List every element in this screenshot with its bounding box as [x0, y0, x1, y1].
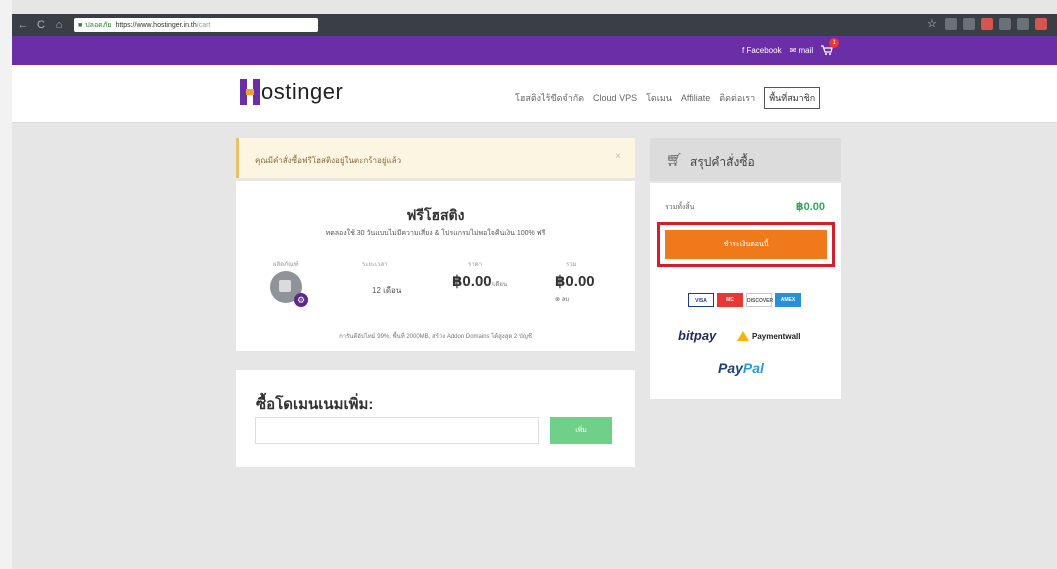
logo-h-icon — [240, 79, 260, 105]
discover-icon: DISCOVER — [746, 293, 773, 307]
product-subtitle: ทดลองใช้ 30 วันแบบไม่มีความเสี่ยง & โปรแ… — [325, 230, 546, 237]
total-value: ฿0.00 — [795, 201, 825, 213]
extension-icon[interactable] — [999, 18, 1011, 30]
nav-domains[interactable]: โดเมน — [646, 91, 672, 105]
url-path: /cart — [196, 21, 211, 29]
nav-contact[interactable]: ติดต่อเรา — [719, 91, 755, 105]
product-title: ฟรีโฮสติง — [406, 207, 465, 223]
product-card: ฟรีโฮสติง ทดลองใช้ 30 วันแบบไม่มีความเสี… — [236, 181, 635, 351]
payment-cards: VISA MC DISCOVER AMEX — [688, 293, 801, 307]
bookmark-star-icon[interactable]: ☆ — [927, 18, 939, 30]
reload-icon[interactable]: C — [34, 19, 48, 31]
domain-title: ซื้อโดเมนเนมเพิ่ม: — [256, 396, 374, 413]
remove-button[interactable]: ⊗ ลบ — [555, 294, 569, 304]
home-icon[interactable]: ⌂ — [52, 19, 66, 31]
page-margin — [0, 0, 12, 569]
column-period: ระยะเวลา — [362, 262, 388, 268]
address-bar[interactable]: ■ ปลอดภัย https://www.hostinger.in.th /c… — [74, 18, 318, 32]
total-label: รวมทั้งสิ้น — [665, 204, 695, 211]
mastercard-icon: MC — [717, 293, 743, 307]
paymentwall-logo: Paymentwall — [737, 331, 800, 341]
order-summary-header: 🛒︎ สรุปคำสั่งซื้อ — [650, 138, 841, 181]
column-total: รวม — [566, 262, 577, 268]
cart-icon[interactable]: 1 — [821, 38, 840, 55]
total-price: ฿0.00 — [555, 273, 595, 290]
price-unit: /เดือน — [491, 282, 507, 288]
cart-count-badge: 1 — [829, 38, 840, 48]
add-domain-button[interactable]: เพิ่ม — [550, 417, 612, 444]
nav-unlimited-hosting[interactable]: โฮสติงไร้ขีดจำกัด — [515, 91, 584, 105]
mail-link[interactable]: ✉ mail — [790, 46, 814, 55]
column-price: ราคา — [468, 262, 482, 268]
hosting-product-icon: ⚙ — [270, 271, 308, 307]
nav-affiliate[interactable]: Affiliate — [681, 93, 710, 103]
paymentwall-triangle-icon — [737, 331, 749, 341]
gear-icon: ⚙ — [294, 293, 308, 307]
paypal-logo: PayPal — [718, 360, 764, 376]
alert-text: คุณมีคำสั่งซื้อฟรีโฮสติงอยู่ในตะกร้าอยู่… — [255, 156, 402, 165]
main-nav: โฮสติงไร้ขีดจำกัด Cloud VPS โดเมน Affili… — [515, 87, 821, 109]
top-bar: f Facebook ✉ mail 1 — [12, 36, 1057, 65]
paypal-pay: Pay — [718, 360, 743, 376]
url-host: https://www.hostinger.in.th — [115, 21, 197, 29]
domain-card: ซื้อโดเมนเนมเพิ่ม: เพิ่ม — [236, 370, 635, 467]
member-area-button[interactable]: พื้นที่สมาชิก — [764, 87, 821, 109]
menu-icon[interactable] — [1035, 18, 1047, 30]
extension-icon[interactable] — [963, 18, 975, 30]
paypal-pal: Pal — [742, 360, 764, 376]
extension-icon[interactable] — [1017, 18, 1029, 30]
paymentwall-text: Paymentwall — [752, 331, 801, 341]
back-arrow-icon[interactable]: ← — [16, 19, 30, 31]
close-icon[interactable]: × — [615, 151, 621, 162]
checkout-button[interactable]: ชำระเงินตอนนี้ — [665, 230, 827, 259]
extension-icon[interactable] — [945, 18, 957, 30]
secure-label: ปลอดภัย — [85, 21, 112, 29]
top-bar-links: f Facebook ✉ mail 1 — [742, 38, 840, 55]
visa-icon: VISA — [688, 293, 714, 307]
logo-text: ostinger — [261, 79, 344, 104]
nav-cloud-vps[interactable]: Cloud VPS — [593, 93, 637, 103]
checkout-highlight: ชำระเงินตอนนี้ — [657, 222, 835, 267]
unit-price: ฿0.00/เดือน — [452, 272, 507, 290]
amex-icon: AMEX — [775, 293, 801, 307]
hostinger-logo[interactable]: ostinger — [240, 79, 343, 105]
order-summary-card: รวมทั้งสิ้น ฿0.00 ชำระเงินตอนนี้ VISA MC… — [650, 183, 841, 399]
site-header: ostinger โฮสติงไร้ขีดจำกัด Cloud VPS โดเ… — [12, 65, 1057, 123]
lock-icon: ■ — [78, 21, 83, 29]
facebook-link[interactable]: f Facebook — [742, 46, 782, 55]
product-features: การันตีอัปไทม์ 99%, พื้นที่ 2000MB, สร้า… — [339, 334, 532, 340]
domain-input[interactable] — [255, 417, 539, 444]
duration-value: 12 เดือน — [372, 286, 402, 295]
extension-icon[interactable] — [981, 18, 993, 30]
order-summary-title: สรุปคำสั่งซื้อ — [690, 155, 755, 169]
extension-icons: ☆ — [927, 18, 1047, 30]
browser-toolbar: ← C ⌂ ■ ปลอดภัย https://www.hostinger.in… — [12, 14, 1057, 36]
cart-alert: คุณมีคำสั่งซื้อฟรีโฮสติงอยู่ในตะกร้าอยู่… — [236, 138, 635, 178]
column-product: ผลิตภัณฑ์ — [273, 262, 299, 268]
unit-price-value: ฿0.00 — [452, 273, 492, 290]
cart-icon: 🛒︎ — [666, 152, 683, 167]
bitpay-logo: bitpay — [678, 328, 717, 343]
